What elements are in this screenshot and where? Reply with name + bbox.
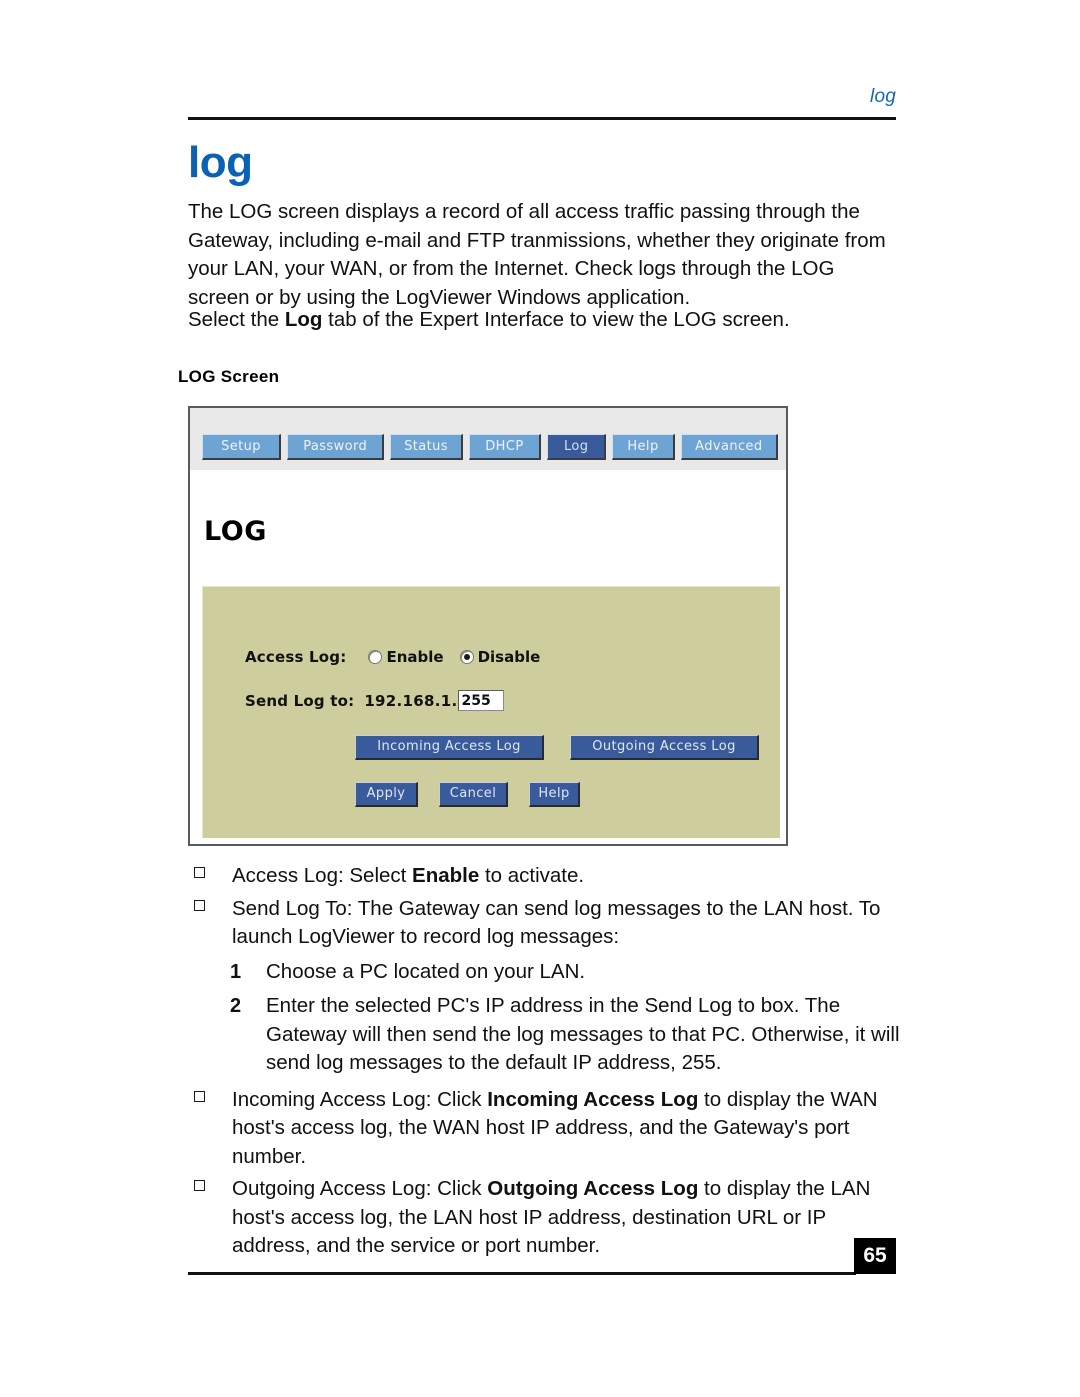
incoming-access-log-button[interactable]: Incoming Access Log — [355, 735, 544, 760]
list-item-send-log-to: Send Log To: The Gateway can send log me… — [188, 895, 900, 952]
apply-button[interactable]: Apply — [355, 782, 418, 807]
list-item-outgoing-access-log: Outgoing Access Log: Click Outgoing Acce… — [188, 1175, 900, 1261]
page-number: 65 — [854, 1238, 896, 1274]
send-log-ip-prefix: 192.168.1. — [364, 691, 458, 710]
figure-caption: LOG Screen — [178, 367, 280, 386]
step-2-text: Enter the selected PC's IP address in th… — [266, 994, 900, 1074]
list-item-step-1: 1 Choose a PC located on your LAN. — [188, 958, 900, 987]
access-log-label: Access Log: — [245, 648, 347, 666]
access-log-desc-suffix: to activate. — [479, 864, 585, 887]
header-rule — [188, 117, 896, 120]
screenshot-heading: LOG — [204, 516, 267, 547]
access-log-desc-bold: Enable — [412, 864, 480, 887]
screenshot-form-panel: Access Log: Enable Disable Send Log to: … — [202, 586, 780, 838]
send-log-to-desc: Send Log To: The Gateway can send log me… — [232, 896, 881, 949]
outgoing-desc-bold: Outgoing Access Log — [487, 1177, 699, 1200]
tab-log[interactable]: Log — [547, 434, 607, 460]
footer-rule — [188, 1272, 856, 1275]
select-paragraph-suffix: tab of the Expert Interface to view the … — [322, 308, 790, 331]
page-title: log — [188, 138, 253, 187]
help-button[interactable]: Help — [529, 782, 580, 807]
running-header-title: log — [870, 86, 896, 107]
field-description-list: Access Log: Select Enable to activate. S… — [188, 862, 900, 1265]
tab-status[interactable]: Status — [390, 434, 463, 460]
tab-setup[interactable]: Setup — [202, 434, 282, 460]
running-header: log — [188, 86, 896, 120]
access-log-desc-prefix: Access Log: Select — [232, 864, 413, 887]
access-log-button-row: Incoming Access Log Outgoing Access Log — [355, 735, 759, 760]
tab-help[interactable]: Help — [612, 434, 675, 460]
select-paragraph-prefix: Select the — [188, 308, 285, 331]
list-item-access-log: Access Log: Select Enable to activate. — [188, 862, 900, 891]
bullet-square-icon — [194, 1090, 205, 1102]
access-log-radio-group: Enable Disable — [368, 648, 540, 666]
step-2-number: 2 — [230, 995, 242, 1017]
access-log-enable-label: Enable — [386, 648, 444, 666]
send-log-label: Send Log to: — [245, 691, 355, 710]
outgoing-access-log-button[interactable]: Outgoing Access Log — [570, 735, 759, 760]
tab-advanced[interactable]: Advanced — [680, 434, 778, 460]
log-screen-screenshot: Setup Password Status DHCP Log Help Adva… — [188, 406, 788, 846]
outgoing-desc-prefix: Outgoing Access Log: Click — [232, 1177, 488, 1200]
access-log-row: Access Log: Enable Disable — [245, 648, 540, 666]
access-log-enable-option[interactable]: Enable — [368, 648, 444, 666]
access-log-disable-option[interactable]: Disable — [459, 648, 541, 666]
access-log-disable-label: Disable — [477, 648, 541, 666]
radio-icon-disable[interactable] — [459, 650, 474, 664]
form-action-button-row: Apply Cancel Help — [355, 782, 580, 807]
step-1-number: 1 — [230, 960, 242, 983]
incoming-desc-prefix: Incoming Access Log: Click — [232, 1087, 488, 1111]
tab-password[interactable]: Password — [287, 434, 385, 460]
step-1-text: Choose a PC located on your LAN. — [266, 959, 586, 983]
screenshot-tabbar: Setup Password Status DHCP Log Help Adva… — [190, 408, 786, 470]
bullet-square-icon — [194, 899, 205, 911]
screenshot-tab-list: Setup Password Status DHCP Log Help Adva… — [202, 434, 778, 460]
intro-paragraph: The LOG screen displays a record of all … — [188, 200, 886, 309]
incoming-desc-bold: Incoming Access Log — [487, 1087, 699, 1111]
tab-dhcp[interactable]: DHCP — [468, 434, 542, 460]
radio-icon-enable[interactable] — [368, 650, 383, 664]
list-item-incoming-access-log: Incoming Access Log: Click Incoming Acce… — [188, 1086, 900, 1172]
select-paragraph-bold: Log — [284, 308, 323, 331]
list-item-step-2: 2 Enter the selected PC's IP address in … — [188, 992, 900, 1078]
bullet-square-icon — [194, 1180, 205, 1191]
select-tab-paragraph: Select the Log tab of the Expert Interfa… — [188, 306, 900, 335]
send-log-row: Send Log to: 192.168.1. — [245, 690, 505, 711]
cancel-button[interactable]: Cancel — [439, 782, 508, 807]
send-log-ip-input[interactable] — [458, 690, 505, 711]
bullet-square-icon — [194, 867, 205, 878]
